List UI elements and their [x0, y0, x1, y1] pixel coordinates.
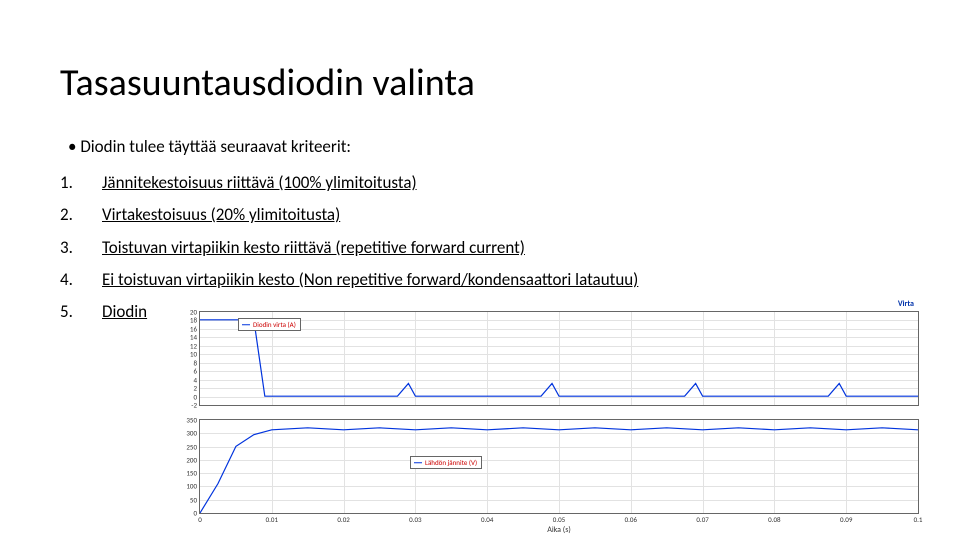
intro-text: Diodin tulee täyttää seuraavat kriteerit… [68, 136, 900, 157]
ytick: 100 [186, 482, 197, 491]
xtick: 0 [198, 515, 202, 524]
ytick: 350 [186, 416, 197, 425]
ytick: 250 [186, 442, 197, 451]
xtick: 0.09 [840, 515, 852, 524]
list-item: Ei toistuvan virtapiikin kesto (Non repe… [60, 264, 900, 296]
xtick: 0.07 [696, 515, 708, 524]
chart-container: Virta 20 18 16 14 12 10 8 6 4 2 0 -2 Dio… [164, 301, 944, 521]
xtick: 0.04 [481, 515, 493, 524]
chart-top: 20 18 16 14 12 10 8 6 4 2 0 -2 Diodin vi… [199, 311, 919, 406]
chart-bottom: 350 300 250 200 150 100 50 0 0 0.01 0.02… [199, 419, 919, 514]
legend-bottom: Lähdön jännite (V) [410, 456, 482, 469]
xtick: 0.08 [768, 515, 780, 524]
chart-header: Virta [898, 299, 914, 309]
xtick: 0.1 [914, 515, 923, 524]
xtick: 0.02 [337, 515, 349, 524]
xtick: 0.03 [409, 515, 421, 524]
chart-line-bottom [200, 420, 918, 513]
page-title: Tasasuuntausdiodin valinta [60, 60, 900, 106]
ytick: 200 [186, 455, 197, 464]
xlabel-bottom: Aika (s) [547, 525, 571, 535]
chart-line-top [200, 312, 918, 405]
ytick: 300 [186, 429, 197, 438]
xtick: 0.05 [553, 515, 565, 524]
ytick: 50 [190, 495, 197, 504]
list-item: Virtakestoisuus (20% ylimitoitusta) [60, 199, 900, 231]
list-item: Jännitekestoisuus riittävä (100% ylimito… [60, 167, 900, 199]
ytick: 0 [193, 509, 197, 518]
list-item: Toistuvan virtapiikin kesto riittävä (re… [60, 232, 900, 264]
ytick: -2 [191, 401, 197, 410]
xtick: 0.06 [625, 515, 637, 524]
ytick: 150 [186, 469, 197, 478]
xtick: 0.01 [266, 515, 278, 524]
legend-top: Diodin virta (A) [238, 318, 301, 331]
